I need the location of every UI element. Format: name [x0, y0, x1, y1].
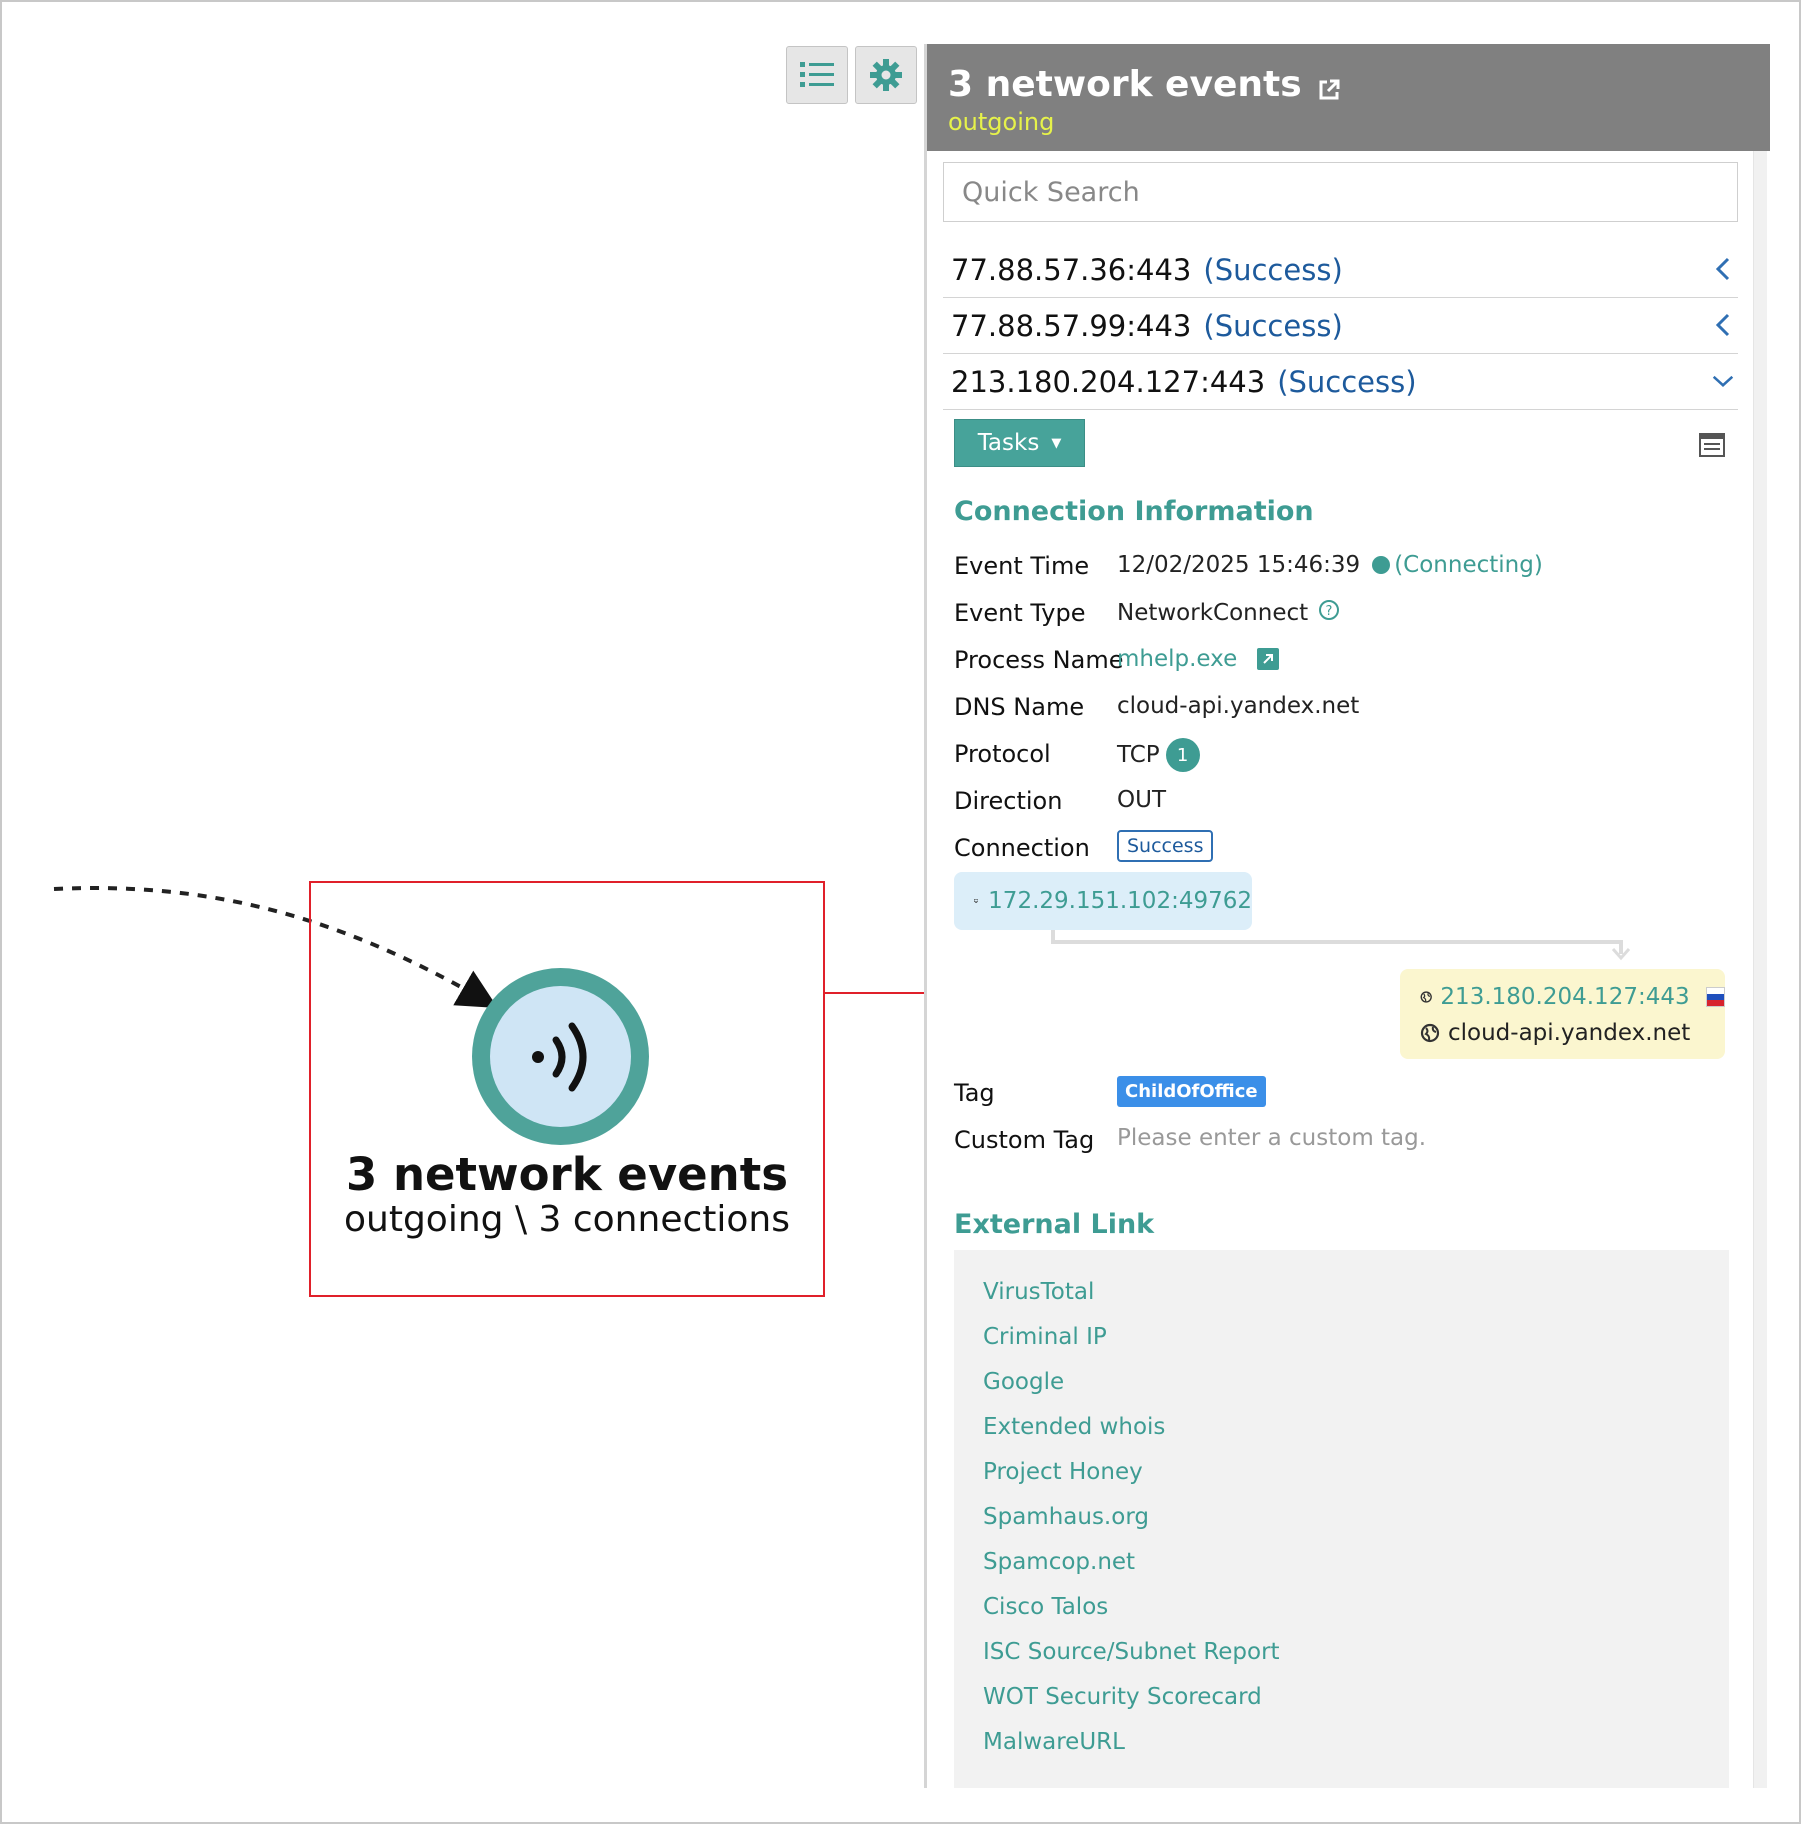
external-link-project-honey[interactable]: Project Honey	[983, 1450, 1729, 1495]
external-link-cisco-talos[interactable]: Cisco Talos	[983, 1585, 1729, 1630]
detail-panel: 3 network events outgoing 77.88.57.36:44…	[924, 44, 1770, 1788]
event-time-label: Event Time	[954, 552, 1090, 580]
chevron-left-icon[interactable]	[1712, 312, 1734, 338]
connection-status-badge: Success	[1117, 830, 1214, 862]
target-host-line: cloud-api.yandex.net	[1420, 1015, 1725, 1051]
tasks-label: Tasks	[977, 430, 1040, 456]
tag-label: Tag	[954, 1079, 995, 1107]
russia-flag-icon	[1705, 987, 1725, 1007]
connection-address: 213.180.204.127:443	[951, 364, 1266, 399]
network-signal-icon	[531, 1022, 586, 1091]
direction-label: Direction	[954, 787, 1063, 815]
dns-name-value: cloud-api.yandex.net	[1117, 693, 1360, 719]
event-type: NetworkConnect	[1117, 600, 1309, 626]
tag-badge[interactable]: ChildOfOffice	[1117, 1076, 1266, 1107]
node-inner	[490, 986, 631, 1127]
connection-value: Success	[1117, 830, 1214, 862]
external-link-spamcop[interactable]: Spamcop.net	[983, 1540, 1729, 1585]
external-link-malwareurl[interactable]: MalwareURL	[983, 1720, 1729, 1765]
gear-icon	[870, 59, 902, 91]
tasks-dropdown-button[interactable]: Tasks ▼	[954, 419, 1085, 467]
connection-status: (Success)	[1203, 252, 1343, 287]
custom-tag-label: Custom Tag	[954, 1126, 1095, 1154]
event-time: 12/02/2025 15:46:39	[1117, 552, 1361, 578]
node-subtitle: outgoing \ 3 connections	[344, 1199, 790, 1240]
tag-value: ChildOfOffice	[1117, 1076, 1266, 1107]
target-ip[interactable]: 213.180.204.127:443	[1440, 984, 1689, 1010]
incoming-edge	[53, 886, 498, 1009]
caret-down-icon: ▼	[1051, 435, 1062, 451]
globe-icon	[1420, 1023, 1440, 1043]
event-type-value: NetworkConnect ?	[1117, 599, 1340, 627]
protocol-value: TCP 1	[1117, 738, 1200, 772]
source-address: 172.29.151.102:49762	[988, 888, 1252, 914]
help-icon[interactable]: ?	[1318, 599, 1340, 627]
protocol: TCP	[1117, 742, 1160, 768]
direction-value: OUT	[1117, 787, 1166, 813]
process-name-label: Process Name	[954, 646, 1124, 674]
connection-status: (Success)	[1203, 308, 1343, 343]
connection-label: Connection	[954, 834, 1090, 862]
panel-subtitle: outgoing	[948, 107, 1055, 136]
target-host: cloud-api.yandex.net	[1448, 1020, 1691, 1046]
list-view-button[interactable]	[786, 46, 848, 104]
external-link-virustotal[interactable]: VirusTotal	[983, 1270, 1729, 1315]
status-dot-icon	[1372, 556, 1391, 574]
canvas: 3 network events outgoing \ 3 connection…	[0, 0, 1801, 1824]
report-icon[interactable]	[1699, 433, 1725, 461]
svg-text:?: ?	[1326, 604, 1333, 619]
list-icon	[800, 62, 834, 87]
external-links-list: VirusTotal Criminal IP Google Extended w…	[954, 1250, 1729, 1788]
custom-tag-input[interactable]	[1117, 1120, 1717, 1156]
event-time-value: 12/02/2025 15:46:39 (Connecting)	[1117, 552, 1543, 578]
open-process-icon[interactable]	[1257, 648, 1280, 670]
dns-name-label: DNS Name	[954, 693, 1085, 721]
chevron-left-icon[interactable]	[1712, 256, 1734, 282]
panel-header: 3 network events outgoing	[927, 44, 1770, 151]
external-link-icon[interactable]	[1317, 78, 1341, 106]
event-state: (Connecting)	[1394, 552, 1543, 578]
external-link-isc-report[interactable]: ISC Source/Subnet Report	[983, 1630, 1729, 1675]
target-ip-line[interactable]: 213.180.204.127:443	[1420, 979, 1725, 1015]
external-link-heading: External Link	[954, 1209, 1155, 1240]
protocol-label: Protocol	[954, 740, 1051, 768]
process-name-link[interactable]: mhelp.exe	[1117, 646, 1237, 672]
target-endpoint: 213.180.204.127:443 cloud-api.yandex.net	[1400, 969, 1725, 1059]
connection-row[interactable]: 77.88.57.36:443 (Success)	[943, 242, 1738, 298]
globe-icon	[1420, 991, 1432, 1003]
external-link-spamhaus[interactable]: Spamhaus.org	[983, 1495, 1729, 1540]
protocol-count-badge: 1	[1165, 738, 1200, 772]
external-link-criminal-ip[interactable]: Criminal IP	[983, 1315, 1729, 1360]
connection-address: 77.88.57.99:443	[951, 308, 1192, 343]
external-link-google[interactable]: Google	[983, 1360, 1729, 1405]
connection-address: 77.88.57.36:443	[951, 252, 1192, 287]
process-name-value: mhelp.exe	[1117, 646, 1280, 672]
panel-scrollbar[interactable]	[1753, 151, 1767, 1788]
quick-search-input[interactable]	[943, 162, 1738, 222]
chevron-down-icon[interactable]	[1712, 368, 1734, 394]
settings-button[interactable]	[855, 46, 917, 104]
connection-info-heading: Connection Information	[954, 496, 1314, 527]
source-endpoint[interactable]: 172.29.151.102:49762	[954, 872, 1252, 930]
connection-status: (Success)	[1277, 364, 1417, 399]
event-type-label: Event Type	[954, 599, 1086, 627]
node-title: 3 network events	[345, 1148, 789, 1201]
panel-title: 3 network events	[948, 64, 1302, 105]
external-link-extended-whois[interactable]: Extended whois	[983, 1405, 1729, 1450]
network-event-node[interactable]	[472, 968, 649, 1145]
connection-row[interactable]: 77.88.57.99:443 (Success)	[943, 298, 1738, 354]
external-link-wot-scorecard[interactable]: WOT Security Scorecard	[983, 1675, 1729, 1720]
connection-row[interactable]: 213.180.204.127:443 (Success)	[943, 354, 1738, 410]
computer-icon	[974, 899, 979, 903]
